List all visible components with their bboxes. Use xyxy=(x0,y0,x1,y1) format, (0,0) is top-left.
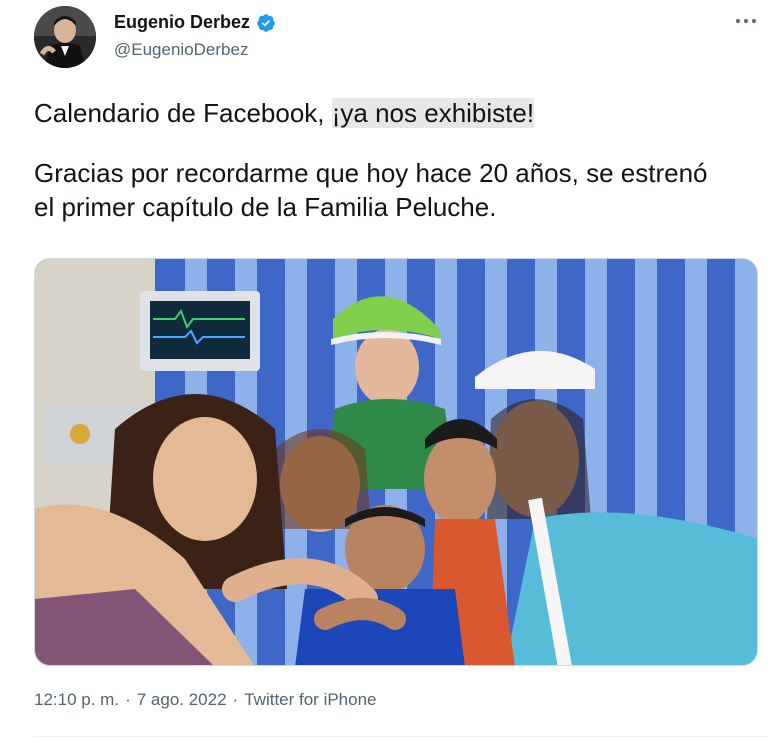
more-options-button[interactable] xyxy=(728,6,764,36)
tweet-line-1: Calendario de Facebook, ¡ya nos exhibist… xyxy=(34,96,734,130)
tweet-meta: 12:10 p. m. · 7 ago. 2022 · Twitter for … xyxy=(34,690,377,710)
tweet-text-part: Calendario de Facebook, xyxy=(34,98,332,128)
tweet: Eugenio Derbez @EugenioDerbez Calendario… xyxy=(0,0,768,750)
author-display-name[interactable]: Eugenio Derbez xyxy=(114,12,250,33)
tweet-line-2: Gracias por recordarme que hoy hace 20 a… xyxy=(34,158,708,222)
photo-illustration xyxy=(35,259,757,665)
avatar[interactable] xyxy=(34,6,96,68)
author-handle[interactable]: @EugenioDerbez xyxy=(114,40,248,60)
more-dot xyxy=(752,19,756,23)
verified-badge-icon xyxy=(256,13,276,33)
meta-separator: · xyxy=(125,690,131,709)
more-options-icon xyxy=(736,19,740,23)
tweet-photo[interactable] xyxy=(34,258,758,666)
divider xyxy=(34,736,768,737)
more-dot xyxy=(744,19,748,23)
meta-separator: · xyxy=(232,690,239,709)
author-name-row[interactable]: Eugenio Derbez xyxy=(114,12,276,33)
tweet-date-link[interactable]: 7 ago. 2022 xyxy=(137,690,227,710)
highlighted-text: ¡ya nos exhibiste! xyxy=(331,98,535,128)
tweet-time-link[interactable]: 12:10 p. m. xyxy=(34,690,119,710)
tweet-text: Calendario de Facebook, ¡ya nos exhibist… xyxy=(34,96,734,224)
tweet-source-link[interactable]: Twitter for iPhone xyxy=(244,690,376,710)
